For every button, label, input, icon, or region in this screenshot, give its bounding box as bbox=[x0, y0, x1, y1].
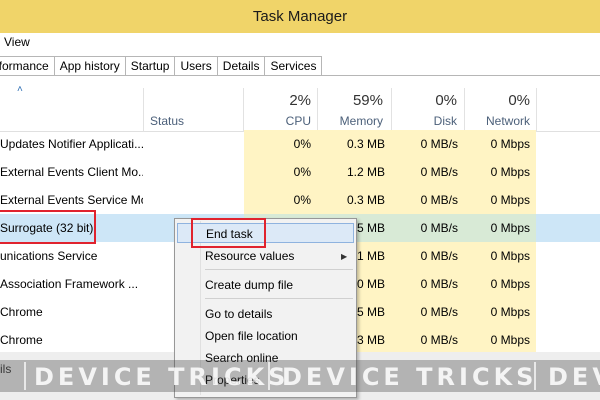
process-network: 0 Mbps bbox=[464, 130, 536, 158]
watermark-text: DEVICE TRICKS bbox=[548, 363, 600, 391]
process-network: 0 Mbps bbox=[464, 242, 536, 270]
tab-startup[interactable]: Startup bbox=[124, 56, 175, 76]
menu-item-create-dump-file[interactable]: Create dump file bbox=[205, 275, 293, 295]
process-disk: 0 MB/s bbox=[391, 214, 464, 242]
header-disk[interactable]: Disk bbox=[387, 114, 457, 128]
header-disk-percent: 0% bbox=[435, 92, 457, 109]
process-network: 0 Mbps bbox=[464, 158, 536, 186]
column-divider[interactable] bbox=[143, 88, 144, 132]
process-memory: 0.3 MB bbox=[317, 130, 391, 158]
watermark-text: DEVICE TRICKS bbox=[282, 363, 538, 391]
process-network: 0 Mbps bbox=[464, 214, 536, 242]
header-network[interactable]: Network bbox=[460, 114, 530, 128]
tab-app-history[interactable]: App history bbox=[53, 56, 125, 76]
menu-separator bbox=[205, 269, 353, 270]
process-cpu: 0% bbox=[244, 158, 317, 186]
menu-item-go-to-details[interactable]: Go to details bbox=[205, 304, 272, 324]
header-memory-percent: 59% bbox=[352, 92, 383, 109]
process-network: 0 Mbps bbox=[464, 270, 536, 298]
watermark-divider bbox=[534, 362, 536, 390]
watermark-divider bbox=[268, 362, 270, 390]
process-network: 0 Mbps bbox=[464, 326, 536, 354]
watermark-divider bbox=[24, 362, 26, 390]
process-name: Association Framework ... bbox=[0, 277, 139, 291]
submenu-arrow-icon: ▶ bbox=[341, 252, 348, 261]
tab-services[interactable]: Services bbox=[264, 56, 323, 76]
process-name: External Events Client Mo... bbox=[0, 165, 143, 179]
process-disk: 0 MB/s bbox=[391, 130, 464, 158]
process-name: Chrome bbox=[0, 333, 43, 347]
tab-details[interactable]: Details bbox=[216, 56, 265, 76]
process-cpu: 0% bbox=[244, 130, 317, 158]
process-cpu: 0% bbox=[244, 186, 317, 214]
tab-strip: Performance App history Startup Users De… bbox=[0, 54, 600, 76]
process-network: 0 Mbps bbox=[464, 298, 536, 326]
table-row[interactable]: External Events Client Mo... 0% 1.2 MB 0… bbox=[0, 158, 600, 186]
menu-separator bbox=[205, 298, 353, 299]
highlight-box-end-task bbox=[191, 218, 266, 248]
process-name: Updates Notifier Applicati... bbox=[0, 137, 143, 151]
header-cpu[interactable]: CPU bbox=[241, 114, 311, 128]
column-divider[interactable] bbox=[536, 88, 537, 132]
title-bar: Task Manager bbox=[0, 0, 600, 33]
process-name: unications Service bbox=[0, 249, 98, 263]
process-network: 0 Mbps bbox=[464, 186, 536, 214]
process-disk: 0 MB/s bbox=[391, 186, 464, 214]
watermark-banner: DEVICE TRICKS DEVICE TRICKS DEVICE TRICK… bbox=[0, 360, 600, 392]
watermark-text: DEVICE TRICKS bbox=[34, 363, 290, 391]
menu-view[interactable]: View bbox=[4, 35, 30, 49]
menu-bar: View bbox=[0, 33, 600, 53]
process-disk: 0 MB/s bbox=[391, 270, 464, 298]
menu-item-open-file-location[interactable]: Open file location bbox=[205, 326, 298, 346]
column-header: ˄ Status 2% CPU 59% Memory 0% Disk 0% Ne… bbox=[0, 76, 600, 132]
process-disk: 0 MB/s bbox=[391, 326, 464, 354]
header-network-percent: 0% bbox=[508, 92, 530, 109]
process-disk: 0 MB/s bbox=[391, 158, 464, 186]
process-disk: 0 MB/s bbox=[391, 298, 464, 326]
process-name: Chrome bbox=[0, 305, 43, 319]
header-cpu-percent: 2% bbox=[289, 92, 311, 109]
process-disk: 0 MB/s bbox=[391, 242, 464, 270]
tab-performance[interactable]: Performance bbox=[0, 56, 54, 76]
header-status[interactable]: Status bbox=[150, 114, 184, 128]
header-memory[interactable]: Memory bbox=[313, 114, 383, 128]
tab-users[interactable]: Users bbox=[174, 56, 217, 76]
process-memory: 0.3 MB bbox=[317, 186, 391, 214]
highlight-box-process bbox=[0, 210, 96, 244]
table-row[interactable]: Updates Notifier Applicati... 0% 0.3 MB … bbox=[0, 130, 600, 158]
sort-arrow-icon[interactable]: ˄ bbox=[17, 84, 23, 95]
window-title: Task Manager bbox=[252, 8, 348, 25]
process-memory: 1.2 MB bbox=[317, 158, 391, 186]
menu-item-resource-values[interactable]: Resource values bbox=[205, 246, 294, 266]
